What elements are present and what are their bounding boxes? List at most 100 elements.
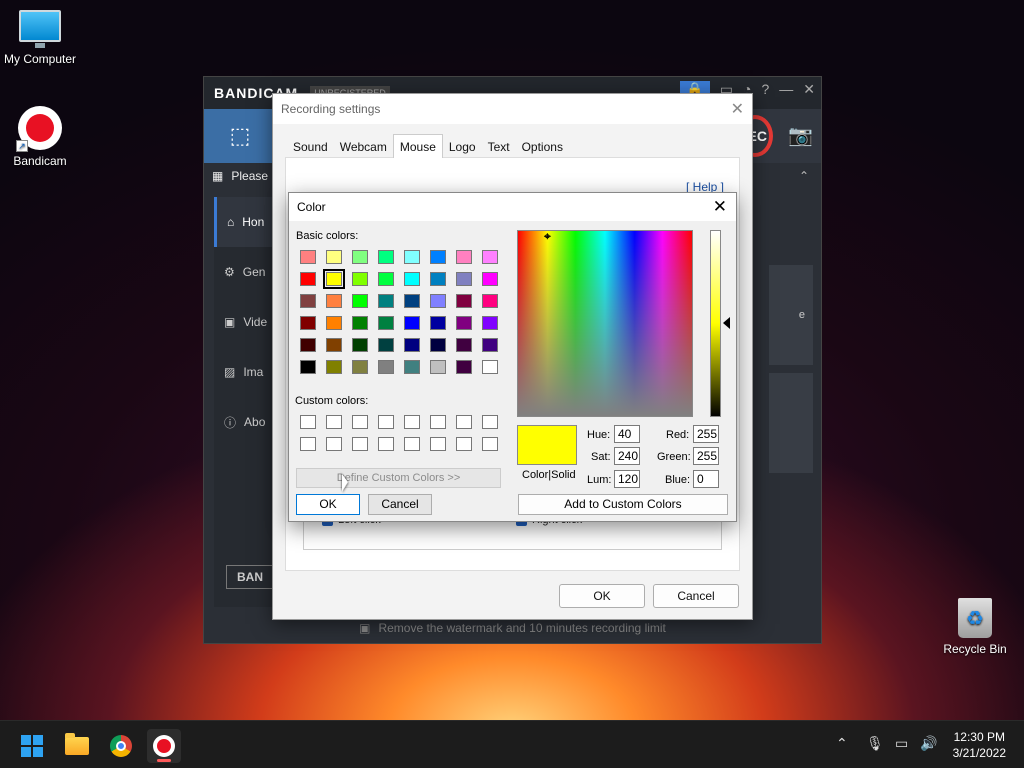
basic-color-swatch[interactable] xyxy=(378,272,394,286)
desktop-icon-my-computer[interactable]: My Computer xyxy=(0,10,80,66)
basic-color-swatch[interactable] xyxy=(378,316,394,330)
ok-button[interactable]: OK xyxy=(296,494,360,515)
desktop-icon-bandicam[interactable]: ↗ Bandicam xyxy=(0,106,80,168)
custom-color-swatch[interactable] xyxy=(430,415,446,429)
custom-color-swatch[interactable] xyxy=(378,415,394,429)
basic-color-swatch[interactable] xyxy=(378,338,394,352)
basic-color-swatch[interactable] xyxy=(326,316,342,330)
basic-color-swatch[interactable] xyxy=(352,360,368,374)
basic-color-swatch[interactable] xyxy=(352,338,368,352)
custom-color-swatch[interactable] xyxy=(378,437,394,451)
basic-color-swatch[interactable] xyxy=(300,316,316,330)
blue-field[interactable]: 0 xyxy=(693,470,719,488)
tab-logo[interactable]: Logo xyxy=(443,136,482,158)
custom-color-swatch[interactable] xyxy=(352,415,368,429)
close-icon[interactable]: ✕ xyxy=(803,81,815,98)
speaker-icon[interactable]: 🔊 xyxy=(920,735,937,752)
cancel-button[interactable]: Cancel xyxy=(653,584,739,608)
basic-color-swatch[interactable] xyxy=(352,250,368,264)
taskbar-bandicam[interactable] xyxy=(147,729,181,763)
basic-color-swatch[interactable] xyxy=(430,294,446,308)
custom-color-swatch[interactable] xyxy=(430,437,446,451)
basic-color-swatch[interactable] xyxy=(404,250,420,264)
chevron-up-icon[interactable]: ⌃ xyxy=(799,169,809,183)
close-icon[interactable]: ✕ xyxy=(731,99,744,119)
add-to-custom-colors-button[interactable]: Add to Custom Colors xyxy=(518,494,728,515)
basic-color-swatch[interactable] xyxy=(300,338,316,352)
red-field[interactable]: 255 xyxy=(693,425,719,443)
tab-sound[interactable]: Sound xyxy=(287,136,334,158)
sidebar-item-video[interactable]: ▣ Vide xyxy=(214,297,274,347)
sidebar-item-about[interactable]: ⓘ Abo xyxy=(214,397,274,447)
basic-color-swatch[interactable] xyxy=(404,360,420,374)
basic-color-swatch[interactable] xyxy=(482,250,498,264)
basic-color-swatch[interactable] xyxy=(352,294,368,308)
tab-text[interactable]: Text xyxy=(482,136,516,158)
basic-color-swatch[interactable] xyxy=(482,272,498,286)
taskbar-chrome[interactable] xyxy=(104,729,138,763)
basic-color-swatch[interactable] xyxy=(482,294,498,308)
basic-color-swatch[interactable] xyxy=(300,294,316,308)
basic-color-swatch[interactable] xyxy=(430,316,446,330)
basic-color-swatch[interactable] xyxy=(404,338,420,352)
color-spectrum[interactable] xyxy=(517,230,693,417)
basic-color-swatch[interactable] xyxy=(456,338,472,352)
basic-color-swatch[interactable] xyxy=(456,316,472,330)
basic-color-swatch[interactable] xyxy=(456,250,472,264)
lum-field[interactable]: 120 xyxy=(614,470,640,488)
tab-options[interactable]: Options xyxy=(516,136,569,158)
tab-webcam[interactable]: Webcam xyxy=(334,136,393,158)
basic-color-swatch[interactable] xyxy=(300,250,316,264)
custom-color-swatch[interactable] xyxy=(404,415,420,429)
basic-color-swatch[interactable] xyxy=(482,338,498,352)
tab-mouse[interactable]: Mouse xyxy=(392,134,443,158)
basic-color-swatch[interactable] xyxy=(378,360,394,374)
basic-color-swatch[interactable] xyxy=(300,360,316,374)
basic-color-swatch[interactable] xyxy=(430,360,446,374)
basic-color-swatch[interactable] xyxy=(326,338,342,352)
basic-color-swatch[interactable] xyxy=(430,338,446,352)
watermark-footer[interactable]: ▣ Remove the watermark and 10 minutes rec… xyxy=(204,621,821,635)
basic-color-swatch[interactable] xyxy=(326,360,342,374)
taskbar-file-explorer[interactable] xyxy=(60,729,94,763)
basic-color-swatch[interactable] xyxy=(456,294,472,308)
define-custom-colors-button[interactable]: Define Custom Colors >> xyxy=(296,468,501,488)
camera-icon[interactable]: 📷 xyxy=(788,123,813,148)
basic-color-swatch[interactable] xyxy=(378,250,394,264)
custom-color-swatch[interactable] xyxy=(482,437,498,451)
microphone-icon[interactable]: 🎙 xyxy=(866,735,884,752)
custom-color-swatch[interactable] xyxy=(482,415,498,429)
basic-color-swatch[interactable] xyxy=(300,272,316,286)
hue-field[interactable]: 40 xyxy=(614,425,640,443)
cancel-button[interactable]: Cancel xyxy=(368,494,432,515)
close-icon[interactable]: ✕ xyxy=(713,197,727,217)
custom-color-swatch[interactable] xyxy=(300,415,316,429)
chevron-up-icon[interactable]: ⌃ xyxy=(836,735,848,752)
custom-color-swatch[interactable] xyxy=(456,437,472,451)
sidebar-item-general[interactable]: ⚙ Gen xyxy=(214,247,274,297)
luminosity-slider[interactable] xyxy=(710,230,721,417)
network-icon[interactable]: ▭ xyxy=(895,735,908,752)
basic-color-swatch[interactable] xyxy=(456,272,472,286)
start-button[interactable] xyxy=(15,729,49,763)
custom-color-swatch[interactable] xyxy=(456,415,472,429)
basic-color-swatch[interactable] xyxy=(404,272,420,286)
basic-color-swatch[interactable] xyxy=(456,360,472,374)
custom-color-swatch[interactable] xyxy=(300,437,316,451)
basic-color-swatch[interactable] xyxy=(326,294,342,308)
ok-button[interactable]: OK xyxy=(559,584,645,608)
basic-color-swatch[interactable] xyxy=(430,250,446,264)
sidebar-item-home[interactable]: ⌂ Hon xyxy=(214,197,274,247)
sat-field[interactable]: 240 xyxy=(614,447,640,465)
green-field[interactable]: 255 xyxy=(693,447,719,465)
sidebar-item-image[interactable]: ▨ Ima xyxy=(214,347,274,397)
basic-color-swatch[interactable] xyxy=(482,316,498,330)
basic-color-swatch[interactable] xyxy=(404,294,420,308)
basic-color-swatch[interactable] xyxy=(430,272,446,286)
basic-color-swatch[interactable] xyxy=(323,269,345,289)
slider-arrow-icon[interactable] xyxy=(723,317,730,329)
basic-color-swatch[interactable] xyxy=(352,316,368,330)
basic-color-swatch[interactable] xyxy=(352,272,368,286)
custom-color-swatch[interactable] xyxy=(326,415,342,429)
custom-color-swatch[interactable] xyxy=(326,437,342,451)
